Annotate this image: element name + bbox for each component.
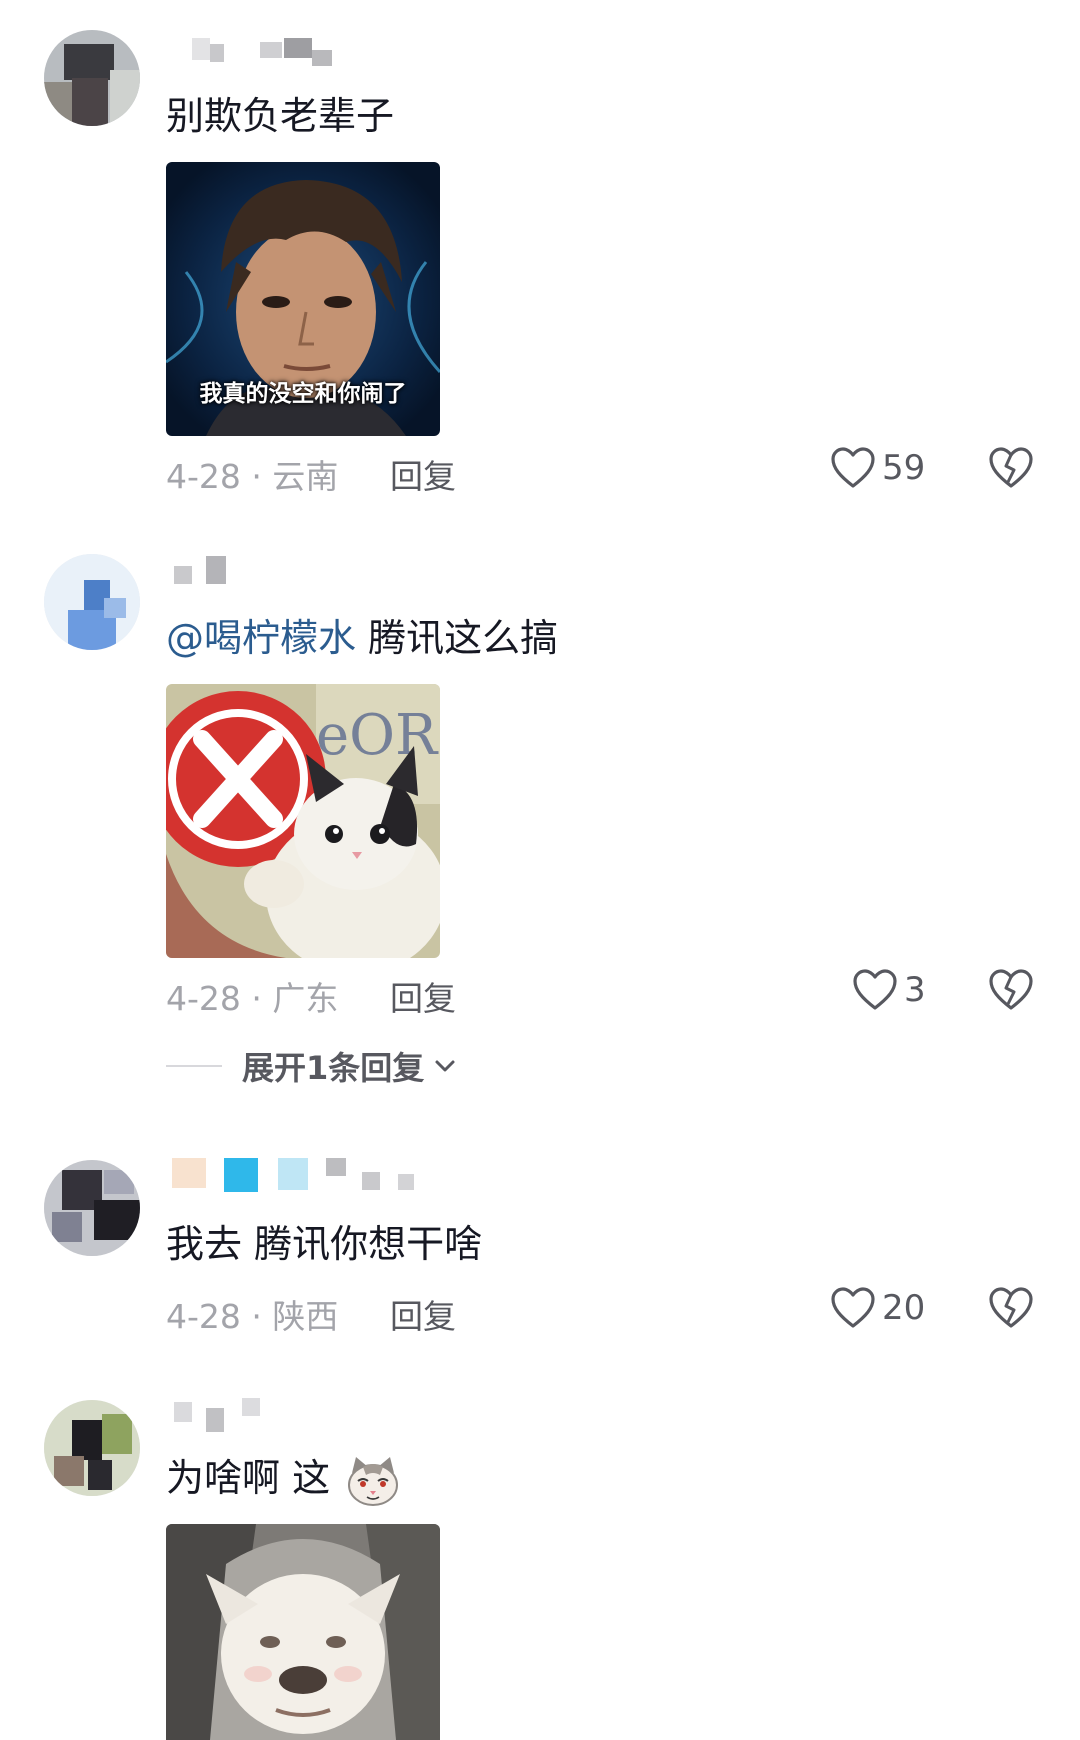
date-location: 4-28 · 陕西 xyxy=(166,1297,339,1336)
comment-text: 我去 腾讯你想干啥 xyxy=(166,1222,483,1266)
avatar[interactable] xyxy=(44,30,140,126)
sticker-image[interactable]: eOR xyxy=(166,684,440,958)
broken-heart-icon[interactable] xyxy=(988,968,1034,1012)
sticker-cat-illustration: eOR xyxy=(166,684,440,958)
avatar[interactable] xyxy=(44,1400,140,1496)
username-redacted[interactable] xyxy=(166,556,426,590)
comment-text: @喝柠檬水 腾讯这么搞 xyxy=(166,612,558,664)
like-button[interactable]: 20 xyxy=(830,1284,925,1332)
heart-outline-icon xyxy=(831,447,875,488)
like-button[interactable]: 3 xyxy=(852,966,926,1014)
cat-face-emoji xyxy=(348,1456,399,1506)
comment-meta: 4-28 · 陕西 回复 xyxy=(166,1290,456,1338)
mention-link[interactable]: @喝柠檬水 xyxy=(166,616,356,660)
username-redacted[interactable] xyxy=(166,38,426,72)
reply-button[interactable]: 回复 xyxy=(390,1290,456,1338)
sticker-dog-illustration xyxy=(166,1524,440,1740)
reply-button[interactable]: 回复 xyxy=(390,972,456,1020)
comment-text-body: 腾讯这么搞 xyxy=(356,616,559,660)
broken-heart-icon[interactable] xyxy=(988,1286,1034,1330)
comment-text-body: 为啥啊 这 xyxy=(166,1456,331,1500)
heart-outline-icon xyxy=(831,1287,875,1328)
like-count: 3 xyxy=(904,970,926,1010)
comment-text: 为啥啊 这 xyxy=(166,1452,400,1507)
sticker-image[interactable] xyxy=(166,1524,440,1740)
avatar[interactable] xyxy=(44,1160,140,1256)
date-location: 4-28 · 广东 xyxy=(166,979,339,1018)
broken-heart-icon[interactable] xyxy=(988,446,1034,490)
sticker-caption: 我真的没空和你闹了 xyxy=(199,381,407,407)
username-redacted[interactable] xyxy=(166,1158,426,1192)
comment-meta: 4-28 · 云南 回复 xyxy=(166,450,456,498)
date-location: 4-28 · 云南 xyxy=(166,457,339,496)
like-count: 59 xyxy=(882,448,926,488)
heart-outline-icon xyxy=(853,969,897,1010)
comment-text: 别欺负老辈子 xyxy=(166,94,395,138)
expand-replies-label: 展开1条回复 xyxy=(242,1049,425,1087)
sticker-image[interactable]: 我真的没空和你闹了 xyxy=(166,162,440,436)
like-count: 20 xyxy=(882,1288,926,1328)
chevron-down-icon xyxy=(435,1060,455,1072)
expand-replies-button[interactable]: 展开1条回复 xyxy=(166,1046,456,1087)
svg-text:eOR: eOR xyxy=(316,703,439,768)
avatar[interactable] xyxy=(44,554,140,650)
comment-meta: 4-28 · 广东 回复 xyxy=(166,972,456,1020)
username-redacted[interactable] xyxy=(166,1398,426,1432)
like-button[interactable]: 59 xyxy=(830,444,925,492)
expand-divider xyxy=(166,1065,222,1067)
reply-button[interactable]: 回复 xyxy=(390,450,456,498)
